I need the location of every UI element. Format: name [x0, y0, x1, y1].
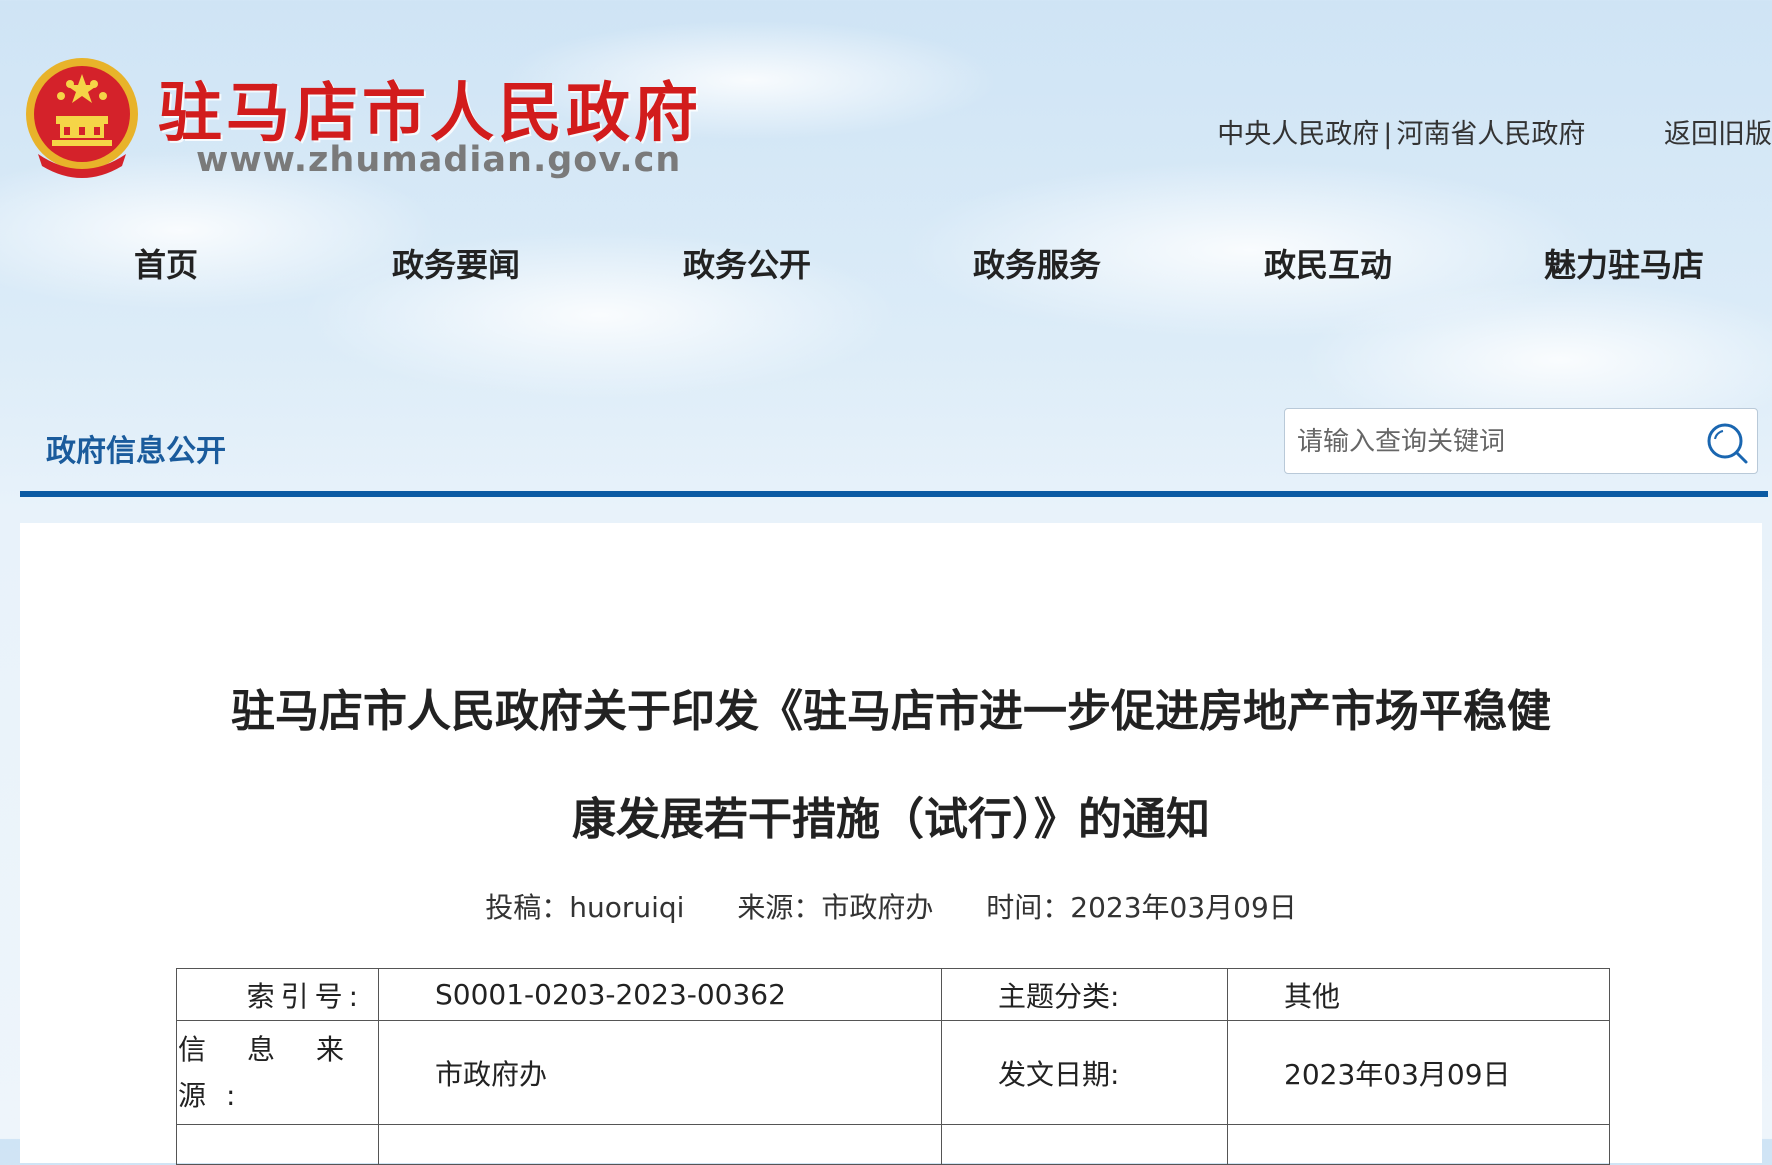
old-version-link[interactable]: 返回旧版: [1664, 119, 1772, 150]
nav-services[interactable]: 政务服务: [973, 240, 1101, 286]
info-source-label: 信息来源:: [176, 1020, 379, 1125]
topic-category-value: 其他: [1227, 968, 1610, 1021]
article-meta: 投稿：huoruiqi 来源：市政府办 时间：2023年03月09日: [20, 886, 1762, 926]
national-emblem-logo[interactable]: [18, 54, 146, 182]
nav-public-affairs[interactable]: 政务公开: [683, 240, 811, 286]
issue-date-value: 2023年03月09日: [1227, 1020, 1610, 1125]
article-content: 驻马店市人民政府关于印发《驻马店市进一步促进房地产市场平稳健 康发展若干措施（试…: [20, 523, 1762, 1165]
index-number-label: 索引号:: [176, 968, 379, 1021]
table-row: 索引号: S0001-0203-2023-00362 主题分类: 其他: [176, 968, 1610, 1021]
nav-home[interactable]: 首页: [134, 240, 198, 286]
topic-category-label: 主题分类:: [941, 968, 1228, 1021]
nav-news[interactable]: 政务要闻: [392, 240, 520, 286]
article-title-line-1: 驻马店市人民政府关于印发《驻马店市进一步促进房地产市场平稳健: [231, 686, 1551, 737]
info-table: 索引号: S0001-0203-2023-00362 主题分类: 其他 信息来源…: [176, 968, 1610, 1165]
article-title-line-2: 康发展若干措施（试行）》的通知: [572, 794, 1210, 845]
section-divider: [20, 491, 1768, 497]
info-source-value: 市政府办: [378, 1020, 942, 1125]
search-box: [1284, 408, 1758, 475]
issue-date-label: 发文日期:: [941, 1020, 1228, 1125]
table-row: 信息来源: 市政府办 发文日期: 2023年03月09日: [176, 1020, 1610, 1125]
section-title[interactable]: 政府信息公开: [46, 426, 226, 470]
nav-charm[interactable]: 魅力驻马店: [1544, 240, 1704, 286]
table-row: [176, 1124, 1610, 1165]
search-input[interactable]: [1295, 409, 1689, 475]
meta-time: 时间：2023年03月09日: [986, 891, 1297, 924]
index-number-value: S0001-0203-2023-00362: [378, 968, 942, 1021]
link-central-government[interactable]: 中央人民政府: [1217, 119, 1379, 150]
search-icon[interactable]: [1705, 421, 1749, 465]
top-links: 中央人民政府 | 河南省人民政府 返回旧版: [1217, 112, 1772, 151]
meta-author: 投稿：huoruiqi: [485, 891, 685, 924]
link-henan-government[interactable]: 河南省人民政府: [1396, 119, 1585, 150]
main-nav: 首页 政务要闻 政务公开 政务服务 政民互动 魅力驻马店: [0, 240, 1772, 300]
meta-source: 来源：市政府办: [737, 891, 934, 924]
header: 驻马店市人民政府 www.zhumadian.gov.cn 中央人民政府 | 河南省…: [0, 0, 1772, 520]
nav-interaction[interactable]: 政民互动: [1264, 240, 1392, 286]
site-url: www.zhumadian.gov.cn: [196, 140, 682, 180]
separator: |: [1383, 119, 1393, 150]
article-title: 驻马店市人民政府关于印发《驻马店市进一步促进房地产市场平稳健 康发展若干措施（试…: [20, 658, 1762, 874]
